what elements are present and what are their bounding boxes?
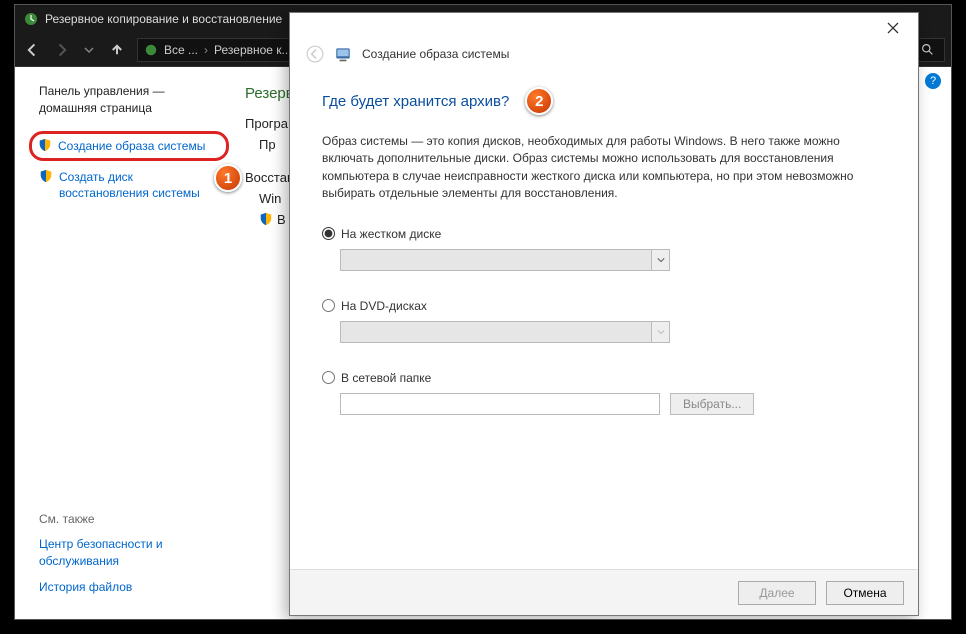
wizard-question: Где будет хранится архив? 2 [322, 87, 886, 115]
dialog-body: Где будет хранится архив? 2 Образ систем… [290, 75, 918, 569]
shield-icon [259, 212, 273, 227]
security-center-link[interactable]: Центр безопасности и обслуживания [39, 536, 235, 568]
cancel-button[interactable]: Отмена [826, 581, 904, 605]
nav-forward-button[interactable] [49, 38, 73, 62]
dialog-footer: Далее Отмена [290, 569, 918, 615]
dialog-header: Создание образа системы [290, 43, 918, 75]
dvd-combobox [340, 321, 670, 343]
system-image-icon [334, 45, 352, 63]
shield-icon [38, 138, 52, 154]
radio-label: На жестком диске [341, 227, 441, 241]
wizard-description: Образ системы — это копия дисков, необхо… [322, 133, 886, 203]
sidebar: Панель управления — домашняя страница Со… [15, 67, 235, 619]
chevron-right-icon: › [204, 43, 208, 57]
highlight-annotation: Создание образа системы [29, 131, 229, 161]
hard-disk-combobox[interactable] [340, 249, 670, 271]
text-fragment: Восстан [245, 170, 294, 185]
option-network: В сетевой папке Выбрать... [322, 371, 886, 415]
text-fragment: Програ [245, 116, 294, 131]
radio-label: В сетевой папке [341, 371, 431, 385]
help-icon[interactable]: ? [925, 73, 941, 89]
radio-input[interactable] [322, 299, 335, 312]
chevron-down-icon [651, 250, 669, 270]
network-path-input[interactable] [340, 393, 660, 415]
chevron-down-icon [651, 322, 669, 342]
radio-network[interactable]: В сетевой папке [322, 371, 886, 385]
close-button[interactable] [872, 14, 914, 42]
shield-icon [39, 169, 53, 185]
breadcrumb-item[interactable]: Резервное к... [214, 43, 292, 57]
create-system-image-dialog: Создание образа системы Где будет хранит… [289, 12, 919, 616]
nav-up-button[interactable] [105, 38, 129, 62]
radio-hard-disk[interactable]: На жестком диске [322, 227, 886, 241]
see-also-section: См. также Центр безопасности и обслужива… [39, 512, 235, 605]
nav-history-dropdown[interactable] [77, 38, 101, 62]
dialog-title: Создание образа системы [362, 47, 509, 61]
window-title: Резервное копирование и восстановление [45, 12, 282, 26]
radio-input[interactable] [322, 371, 335, 384]
annotation-marker-1: 1 [214, 164, 242, 192]
radio-label: На DVD-дисках [341, 299, 427, 313]
breadcrumb-item[interactable]: Все ... [164, 43, 198, 57]
dialog-titlebar [290, 13, 918, 43]
radio-dvd[interactable]: На DVD-дисках [322, 299, 886, 313]
browse-button: Выбрать... [670, 393, 754, 415]
option-hard-disk: На жестком диске [322, 227, 886, 271]
file-history-link[interactable]: История файлов [39, 579, 235, 595]
option-dvd: На DVD-дисках [322, 299, 886, 343]
next-button: Далее [738, 581, 816, 605]
radio-input[interactable] [322, 227, 335, 240]
create-recovery-disc-link[interactable]: Создать диск восстановления системы [39, 169, 223, 201]
backup-restore-app-icon [23, 11, 39, 27]
annotation-marker-2: 2 [525, 87, 553, 115]
wizard-back-icon[interactable] [306, 45, 324, 63]
see-also-heading: См. также [39, 512, 235, 526]
backup-path-icon [144, 43, 158, 57]
link-label: Создание образа системы [58, 138, 205, 154]
create-system-image-link[interactable]: Создание образа системы [38, 138, 220, 154]
link-label: Создать диск восстановления системы [59, 169, 223, 201]
main-content-partial: Резерв Програ Пр Восстан Win В [245, 85, 294, 231]
section-heading: Резерв [245, 85, 294, 102]
control-panel-home-link[interactable]: Панель управления — домашняя страница [39, 83, 223, 117]
nav-back-button[interactable] [21, 38, 45, 62]
